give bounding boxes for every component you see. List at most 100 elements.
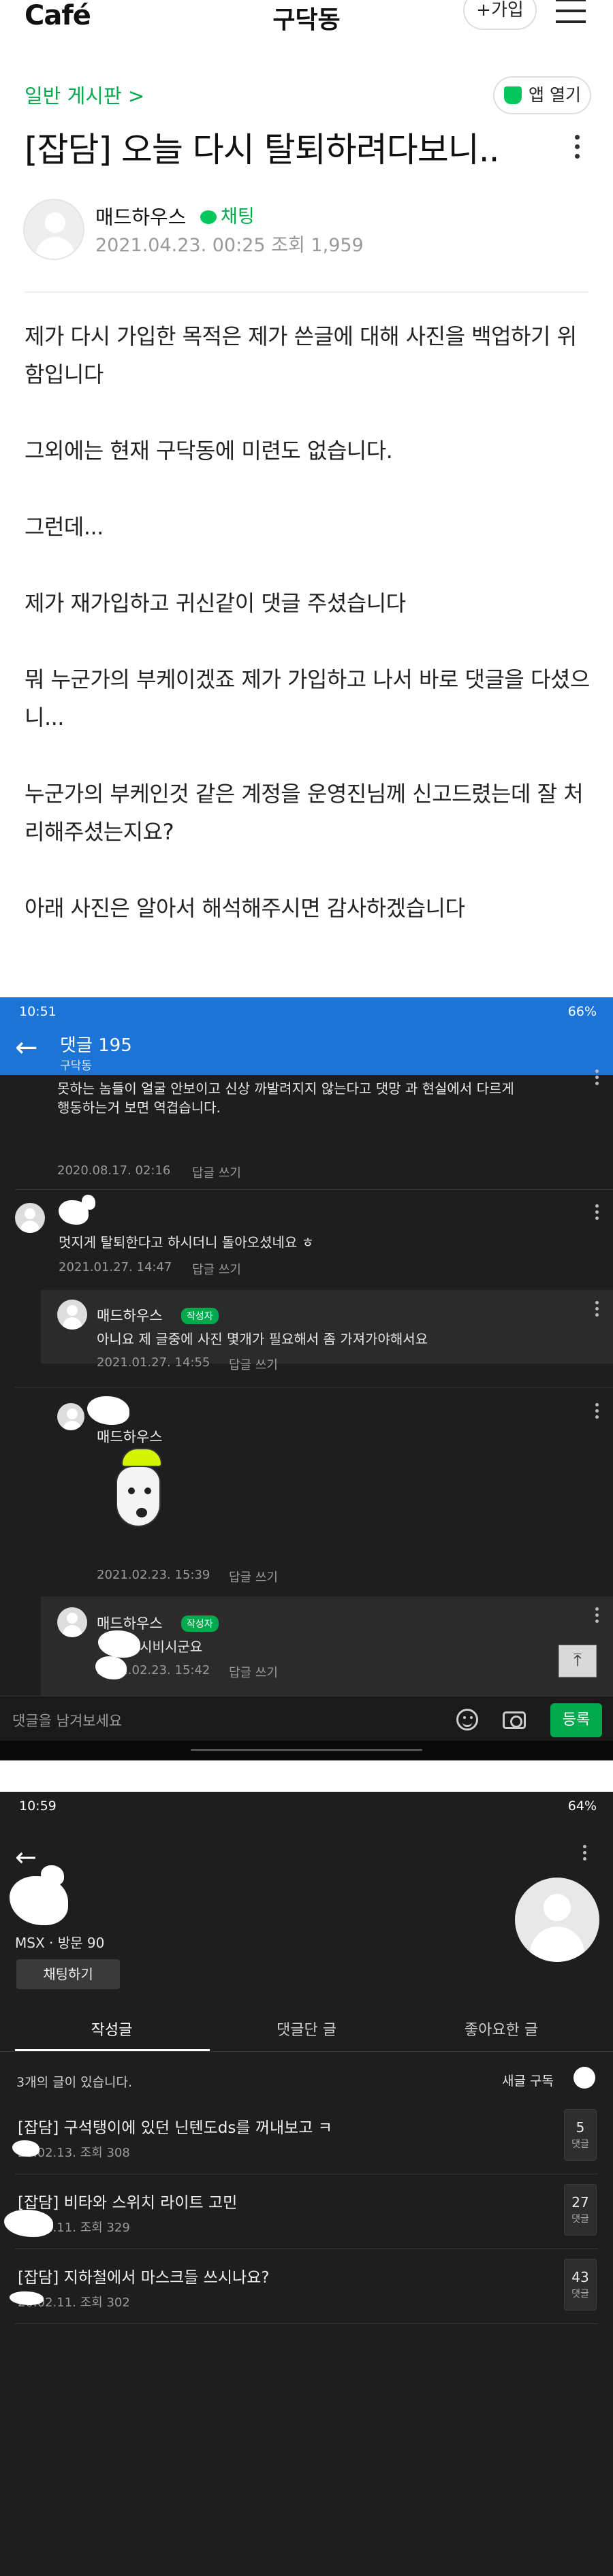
- list-item[interactable]: [잡담] 지하철에서 마스크들 쓰시나요? 20.02.11. 조회 302 4…: [0, 2249, 613, 2324]
- redacted-text: [12, 2140, 40, 2157]
- post-count-text: 3개의 글이 있습니다.: [16, 2075, 133, 2090]
- comment-count-label: 댓글: [571, 2289, 589, 2300]
- chat-bubble-icon: [200, 210, 217, 224]
- chat-link[interactable]: 채팅: [200, 202, 255, 228]
- profile-avatar[interactable]: [515, 1878, 599, 1962]
- submit-button[interactable]: 등록: [550, 1703, 602, 1737]
- sticker-emoticon: [106, 1448, 172, 1543]
- chat-link-label: 채팅: [221, 206, 255, 227]
- body-paragraph: 뭐 누군가의 부케이겠죠 제가 가입하고 나서 바로 댓글을 다셨으니...: [25, 666, 590, 730]
- separator: [15, 1189, 613, 1190]
- comment-count-label: 댓글: [571, 2139, 589, 2150]
- comment-date: 2021.02.23. 15:39: [97, 1568, 210, 1582]
- comment-text: 아니요 제 글중에 사진 몇개가 필요해서 좀 가져가야해서요: [97, 1331, 428, 1347]
- comment-more-icon[interactable]: [595, 1204, 599, 1223]
- comment-more-icon[interactable]: [595, 1301, 599, 1319]
- comment-more-icon[interactable]: [595, 1607, 599, 1626]
- status-time: 10:51: [19, 1004, 57, 1019]
- commenter-avatar[interactable]: [57, 1300, 87, 1330]
- back-arrow-icon[interactable]: ←: [15, 1034, 38, 1061]
- comment-count-label: 댓글: [571, 2214, 589, 2225]
- profile-screenshot: 10:59 64% ← MSX · 방문 90 채팅하기 작성글 댓글단 글 좋…: [0, 1792, 613, 2576]
- menu-icon[interactable]: [556, 0, 586, 26]
- status-bar: 10:59 64%: [0, 1792, 613, 1819]
- comments-title: 댓글 195: [60, 1035, 132, 1056]
- author-name[interactable]: 매드하우스: [95, 202, 186, 230]
- commenter-avatar[interactable]: [57, 1607, 87, 1637]
- commenter-name[interactable]: 매드하우스: [97, 1426, 163, 1447]
- chat-button[interactable]: 채팅하기: [16, 1959, 120, 1989]
- comment-count-badge[interactable]: 27 댓글: [564, 2184, 597, 2236]
- coffee-cup-icon: [504, 86, 522, 104]
- more-options-icon[interactable]: [575, 135, 580, 163]
- comment-count: 43: [571, 2269, 589, 2285]
- comment-count-badge[interactable]: 5 댓글: [564, 2109, 597, 2161]
- comment-more-icon[interactable]: [595, 1069, 599, 1088]
- reply-link[interactable]: 답글 쓰기: [229, 1568, 278, 1585]
- comment-text: 멋지게 탈퇴한다고 하시더니 돌아오셨네요 ㅎ: [59, 1234, 315, 1251]
- redacted-name: [82, 1195, 95, 1210]
- reply-link[interactable]: 답글 쓰기: [229, 1355, 278, 1373]
- scroll-top-button[interactable]: ⤒: [559, 1645, 597, 1677]
- commenter-avatar[interactable]: [15, 1203, 45, 1233]
- post-title[interactable]: [잡담] 구석탱이에 있던 닌텐도ds를 꺼내보고 ㅋ: [18, 2114, 332, 2138]
- redacted-text: [4, 2210, 53, 2237]
- commenter-avatar[interactable]: [57, 1403, 84, 1430]
- body-paragraph: 그외에는 현재 구닥동에 미련도 없습니다.: [25, 438, 393, 464]
- system-nav-bar: [0, 1741, 613, 1760]
- back-arrow-icon[interactable]: ←: [15, 1842, 37, 1872]
- comment-date: 2021.01.27. 14:47: [59, 1260, 172, 1274]
- body-paragraph: 제가 다시 가입한 목적은 제가 쓴글에 대해 사진을 백업하기 위함입니다: [25, 323, 577, 387]
- comment-more-icon[interactable]: [595, 1403, 599, 1421]
- post-title[interactable]: [잡담] 비타와 스위치 라이트 고민: [18, 2189, 237, 2212]
- comment-date: 2021.01.27. 14:55: [97, 1355, 210, 1370]
- tab-commented[interactable]: 댓글단 글: [204, 2018, 409, 2040]
- body-paragraph: 그런데...: [25, 514, 104, 540]
- tabs-divider: [0, 2051, 613, 2052]
- comments-screenshot: 10:51 66% ← 댓글 195 구닥동 못하는 놈들이 얼굴 안보이고 신…: [0, 997, 613, 1760]
- redacted-name: [87, 1396, 129, 1425]
- post-title[interactable]: [잡담] 지하철에서 마스크들 쓰시나요?: [18, 2264, 270, 2287]
- subscribe-toggle[interactable]: [573, 2067, 595, 2089]
- tab-liked[interactable]: 좋아요한 글: [399, 2018, 603, 2040]
- author-avatar[interactable]: [23, 199, 84, 260]
- battery-level: 66%: [567, 1004, 597, 1019]
- comment-date: 2020.08.17. 02:16: [57, 1163, 171, 1178]
- author-badge: 작성자: [181, 1308, 219, 1324]
- app-open-button[interactable]: 앱 열기: [493, 76, 591, 114]
- post-views: 조회 1,959: [271, 235, 364, 256]
- separator: [15, 2323, 598, 2324]
- camera-icon[interactable]: [503, 1711, 526, 1729]
- new-post-subscribe-label: 새글 구독: [502, 2074, 554, 2089]
- comment-count: 27: [571, 2194, 589, 2210]
- board-link[interactable]: 일반 게시판 >: [25, 80, 144, 109]
- profile-more-icon[interactable]: [583, 1845, 586, 1863]
- body-paragraph: 누군가의 부케인것 같은 계정을 운영진님께 신고드렸는데 잘 처리해주셨는지요…: [25, 781, 584, 845]
- reply-link[interactable]: 답글 쓰기: [192, 1260, 241, 1278]
- tab-posts[interactable]: 작성글: [10, 2018, 214, 2040]
- comment-count: 5: [576, 2119, 585, 2136]
- list-item[interactable]: [잡담] 구석탱이에 있던 닌텐도ds를 꺼내보고 ㅋ 20.02.13. 조회…: [0, 2099, 613, 2174]
- article-title: [잡담] 오늘 다시 탈퇴하려다보니..: [25, 130, 499, 170]
- comments-header: ← 댓글 195 구닥동: [0, 1025, 613, 1075]
- emoji-icon[interactable]: [456, 1709, 478, 1730]
- comment-count-badge[interactable]: 43 댓글: [564, 2259, 597, 2311]
- comments-subtitle: 구닥동: [60, 1059, 92, 1073]
- comment-text: 행동하는거 보면 역겹습니다.: [57, 1099, 221, 1116]
- comment-input[interactable]: 댓글을 남겨보세요: [12, 1710, 122, 1730]
- comment-input-bar: 댓글을 남겨보세요 등록: [0, 1696, 613, 1741]
- reply-comment: [41, 1290, 613, 1364]
- status-bar: 10:51 66%: [0, 997, 613, 1025]
- join-button[interactable]: +가입: [463, 0, 537, 30]
- author-badge: 작성자: [181, 1615, 219, 1632]
- reply-link[interactable]: 답글 쓰기: [229, 1663, 278, 1681]
- app-open-label: 앱 열기: [529, 85, 581, 105]
- profile-tabs: 작성글 댓글단 글 좋아요한 글: [0, 2008, 613, 2053]
- list-item[interactable]: [잡담] 비타와 스위치 라이트 고민 20.02.11. 조회 329 27 댓…: [0, 2174, 613, 2249]
- commenter-name[interactable]: 매드하우스: [97, 1305, 163, 1325]
- profile-meta: MSX · 방문 90: [15, 1935, 105, 1951]
- commenter-name[interactable]: 매드하우스: [97, 1613, 163, 1633]
- reply-link[interactable]: 답글 쓰기: [192, 1163, 241, 1181]
- body-paragraph: 아래 사진은 알아서 해석해주시면 감사하겠습니다: [25, 895, 465, 921]
- post-meta: 2021.04.23. 00:25 조회 1,959: [95, 230, 364, 257]
